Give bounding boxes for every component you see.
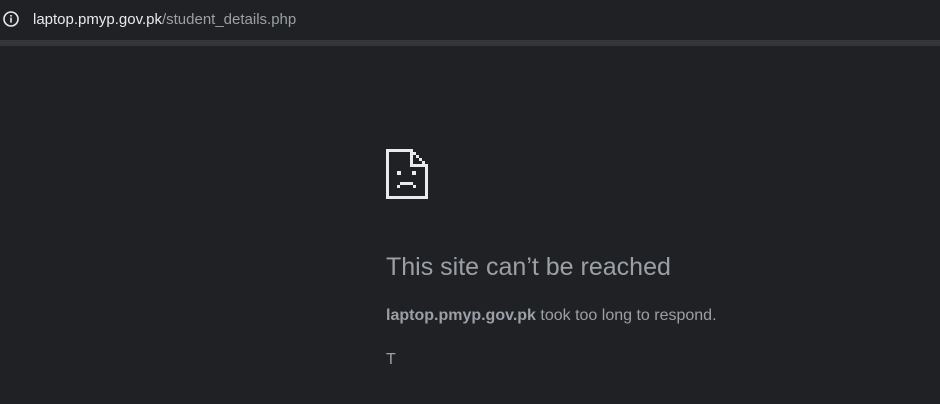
error-message: laptop.pmyp.gov.pk took too long to resp… [386, 306, 717, 326]
url-host: laptop.pmyp.gov.pk [33, 11, 162, 28]
url-field[interactable]: laptop.pmyp.gov.pk/student_details.php [33, 10, 296, 30]
try-line: T [386, 351, 396, 368]
url-path: /student_details.php [161, 11, 297, 28]
error-message-text: took too long to respond. [535, 307, 717, 324]
error-title: This site can’t be reached [386, 253, 671, 281]
error-host: laptop.pmyp.gov.pk [386, 307, 536, 324]
info-icon[interactable] [2, 10, 20, 28]
address-bar: laptop.pmyp.gov.pk/student_details.php [0, 0, 940, 42]
error-page [0, 46, 940, 404]
sad-page-icon [386, 149, 428, 199]
